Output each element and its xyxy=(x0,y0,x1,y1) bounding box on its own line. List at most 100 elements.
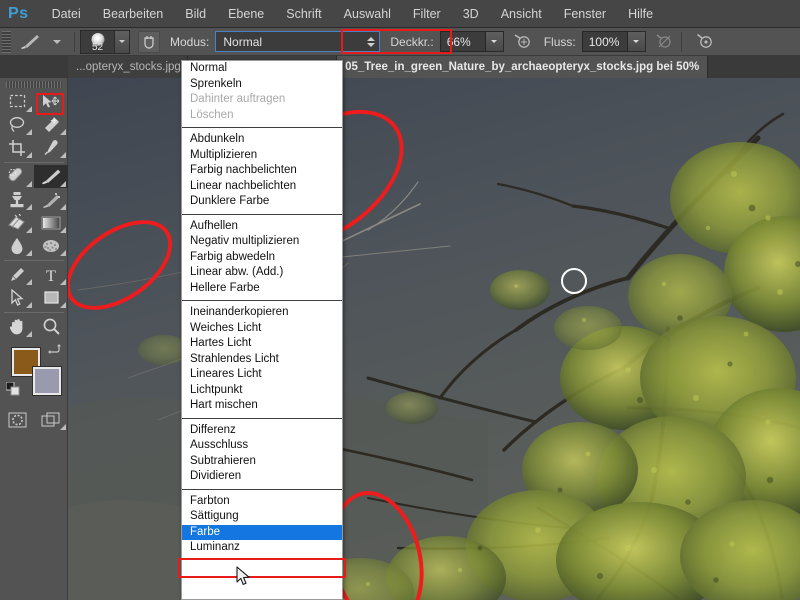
menu-3d[interactable]: 3D xyxy=(452,3,490,25)
blend-option-lichtpunkt[interactable]: Lichtpunkt xyxy=(182,383,342,399)
tool-rectangular-marquee[interactable] xyxy=(0,90,34,113)
brush-tool-icon[interactable] xyxy=(15,30,45,54)
swap-colors-icon[interactable] xyxy=(47,342,62,362)
blend-option-luminanz[interactable]: Luminanz xyxy=(182,540,342,556)
blend-option-saettigung[interactable]: Sättigung xyxy=(182,509,342,525)
menu-auswahl[interactable]: Auswahl xyxy=(333,3,402,25)
brush-size-preview[interactable]: 52 xyxy=(80,29,115,54)
tab-label: ...opteryx_stocks.jpg xyxy=(76,61,181,73)
options-bar-grip[interactable] xyxy=(2,30,11,53)
background-color-swatch[interactable] xyxy=(33,367,61,395)
menu-ebene[interactable]: Ebene xyxy=(217,3,275,25)
blend-option-multiplizieren[interactable]: Multiplizieren xyxy=(182,148,342,164)
blend-mode-value: Normal xyxy=(223,34,263,49)
opacity-label[interactable]: Deckkr.: xyxy=(390,35,433,49)
menu-bild[interactable]: Bild xyxy=(174,3,217,25)
quick-mask-mode-icon[interactable] xyxy=(0,408,34,431)
tool-eyedropper[interactable] xyxy=(34,136,68,159)
blend-option-ineinanderkopieren[interactable]: Ineinanderkopieren xyxy=(182,305,342,321)
blend-option-dividieren[interactable]: Dividieren xyxy=(182,469,342,485)
tools-panel-grip[interactable] xyxy=(5,81,62,88)
airbrush-icon[interactable] xyxy=(693,31,717,53)
airbrush-disabled-icon[interactable] xyxy=(652,31,676,53)
menu-bearbeiten[interactable]: Bearbeiten xyxy=(92,3,174,25)
blend-option-normal[interactable]: Normal xyxy=(182,61,342,77)
tool-blur[interactable] xyxy=(0,234,34,257)
blend-option-linear-abwedeln-add[interactable]: Linear abw. (Add.) xyxy=(182,265,342,281)
blend-mode-select[interactable]: Normal xyxy=(215,31,381,52)
tool-hand[interactable] xyxy=(0,315,34,338)
brush-size-chevron-down-icon[interactable] xyxy=(115,29,130,54)
brush-preset-chevron-down-icon[interactable] xyxy=(53,39,61,44)
menu-schrift[interactable]: Schrift xyxy=(275,3,332,25)
opacity-value[interactable]: 66% xyxy=(439,31,486,52)
flow-label: Fluss: xyxy=(543,34,576,49)
flow-control[interactable]: 100% xyxy=(581,31,646,52)
menu-divider xyxy=(182,296,342,305)
blend-option-hartes-licht[interactable]: Hartes Licht xyxy=(182,336,342,352)
blend-option-hart-mischen[interactable]: Hart mischen xyxy=(182,398,342,414)
pressure-opacity-icon[interactable] xyxy=(510,31,534,53)
tool-move[interactable] xyxy=(34,90,68,113)
tool-eraser[interactable] xyxy=(0,211,34,234)
brush-size-value: 52 xyxy=(91,41,104,53)
image-canvas[interactable] xyxy=(68,78,800,600)
screen-mode-icon[interactable] xyxy=(34,408,68,431)
color-swatches xyxy=(0,342,68,404)
tool-zoom[interactable] xyxy=(34,315,68,338)
opacity-chevron-down-icon[interactable] xyxy=(485,31,504,52)
tab-bar-spacer xyxy=(0,56,68,78)
tab-document-3[interactable]: 05_Tree_in_green_Nature_by_archaeopteryx… xyxy=(337,56,709,78)
blend-option-dunklere-farbe[interactable]: Dunklere Farbe xyxy=(182,194,342,210)
opacity-control[interactable]: 66% xyxy=(439,31,504,52)
blend-option-farbig-abwedeln[interactable]: Farbig abwedeln xyxy=(182,250,342,266)
tool-magic-wand[interactable] xyxy=(34,113,68,136)
tool-pen[interactable] xyxy=(0,263,34,286)
tab-document-1[interactable]: ...opteryx_stocks.jpg × xyxy=(68,56,188,78)
tablet-pressure-size-icon[interactable] xyxy=(138,30,160,53)
tool-path-selection[interactable] xyxy=(0,286,34,309)
tool-clone-stamp[interactable] xyxy=(0,188,34,211)
blend-mode-updown-icon xyxy=(367,36,376,47)
menu-datei[interactable]: Datei xyxy=(41,3,92,25)
divider xyxy=(680,31,682,52)
blend-option-subtrahieren[interactable]: Subtrahieren xyxy=(182,454,342,470)
blend-option-farbe[interactable]: Farbe xyxy=(182,524,342,540)
blend-option-sprenkeln[interactable]: Sprenkeln xyxy=(182,77,342,93)
blend-option-farbton[interactable]: Farbton xyxy=(182,494,342,510)
blend-mode-dropdown-list[interactable]: Normal Sprenkeln Dahinter auftragen Lösc… xyxy=(181,60,343,600)
menu-divider xyxy=(182,485,342,494)
blend-option-linear-nachbelichten[interactable]: Linear nachbelichten xyxy=(182,179,342,195)
tool-lasso[interactable] xyxy=(0,113,34,136)
tool-rectangle[interactable] xyxy=(34,286,68,309)
flow-chevron-down-icon[interactable] xyxy=(627,31,646,52)
menu-divider xyxy=(182,210,342,219)
mouse-cursor-icon xyxy=(236,566,252,593)
blend-option-differenz[interactable]: Differenz xyxy=(182,423,342,439)
tool-type[interactable]: T xyxy=(34,263,68,286)
blend-option-hellere-farbe[interactable]: Hellere Farbe xyxy=(182,281,342,297)
blend-option-strahlendes-licht[interactable]: Strahlendes Licht xyxy=(182,352,342,368)
menu-fenster[interactable]: Fenster xyxy=(553,3,617,25)
tool-history-brush[interactable] xyxy=(34,188,68,211)
tab-label: 05_Tree_in_green_Nature_by_archaeopteryx… xyxy=(345,61,700,73)
tool-dodge[interactable] xyxy=(34,234,68,257)
flow-value[interactable]: 100% xyxy=(581,31,628,52)
blend-option-negativ-multiplizieren[interactable]: Negativ multiplizieren xyxy=(182,234,342,250)
menu-hilfe[interactable]: Hilfe xyxy=(617,3,664,25)
tool-healing-brush[interactable] xyxy=(0,165,34,188)
menu-divider xyxy=(182,414,342,423)
tool-brush[interactable] xyxy=(34,165,68,188)
blend-option-weiches-licht[interactable]: Weiches Licht xyxy=(182,321,342,337)
blend-option-abdunkeln[interactable]: Abdunkeln xyxy=(182,132,342,148)
blend-option-farbig-nachbelichten[interactable]: Farbig nachbelichten xyxy=(182,163,342,179)
blend-option-ausschluss[interactable]: Ausschluss xyxy=(182,438,342,454)
menu-ansicht[interactable]: Ansicht xyxy=(490,3,553,25)
tool-crop[interactable] xyxy=(0,136,34,159)
menu-filter[interactable]: Filter xyxy=(402,3,452,25)
mode-label: Modus: xyxy=(170,34,210,49)
blend-option-aufhellen[interactable]: Aufhellen xyxy=(182,219,342,235)
default-colors-icon[interactable] xyxy=(5,381,20,401)
tool-gradient[interactable] xyxy=(34,211,68,234)
blend-option-lineares-licht[interactable]: Lineares Licht xyxy=(182,367,342,383)
